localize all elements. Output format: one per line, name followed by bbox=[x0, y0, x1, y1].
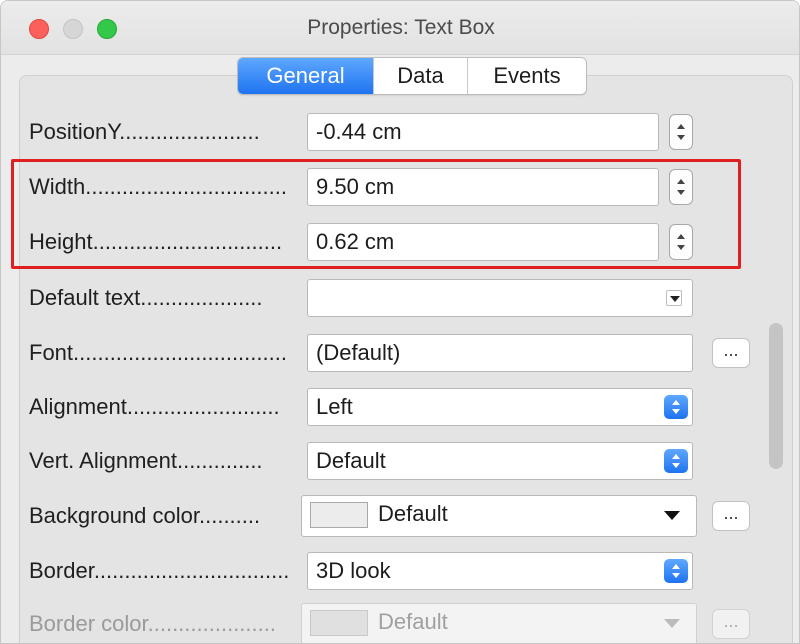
color-swatch bbox=[310, 502, 368, 528]
border-label: Border................................ bbox=[29, 558, 290, 583]
updown-chevron-icon[interactable] bbox=[664, 449, 688, 473]
alignment-select[interactable]: Left bbox=[307, 388, 693, 426]
border-color-browse-button[interactable]: ... bbox=[712, 609, 750, 639]
background-color-value: Default bbox=[378, 501, 448, 526]
font-input[interactable]: (Default) bbox=[307, 334, 693, 372]
triangle-down-icon[interactable] bbox=[664, 619, 680, 628]
width-label: Width................................. bbox=[29, 174, 287, 199]
border-color-value: Default bbox=[378, 609, 448, 634]
window-title: Properties: Text Box bbox=[307, 16, 495, 39]
tab-data[interactable]: Data bbox=[374, 58, 468, 94]
background-color-label: Background color.......... bbox=[29, 503, 261, 528]
position-y-input[interactable]: -0.44 cm bbox=[307, 113, 659, 151]
default-text-label: Default text.................... bbox=[29, 285, 263, 310]
vert-alignment-select[interactable]: Default bbox=[307, 442, 693, 480]
updown-chevron-icon[interactable] bbox=[664, 559, 688, 583]
dropdown-arrow-icon[interactable] bbox=[666, 290, 682, 306]
width-input[interactable]: 9.50 cm bbox=[307, 168, 659, 206]
background-color-browse-button[interactable]: ... bbox=[712, 501, 750, 531]
triangle-down-icon[interactable] bbox=[664, 511, 680, 520]
background-color-select[interactable]: Default bbox=[301, 495, 697, 537]
font-label: Font................................... bbox=[29, 340, 287, 365]
border-color-select[interactable]: Default bbox=[301, 603, 697, 643]
color-swatch bbox=[310, 610, 368, 636]
alignment-value: Left bbox=[316, 394, 353, 419]
tab-bar: General Data Events bbox=[237, 57, 587, 95]
title-bar[interactable]: Properties: Text Box bbox=[1, 1, 799, 55]
scrollbar-thumb[interactable] bbox=[769, 323, 783, 469]
vert-alignment-label: Vert. Alignment.............. bbox=[29, 448, 263, 473]
position-y-label: PositionY....................... bbox=[29, 119, 260, 144]
height-spin-icon[interactable] bbox=[669, 224, 693, 260]
font-browse-button[interactable]: ... bbox=[712, 338, 750, 368]
alignment-label: Alignment......................... bbox=[29, 394, 280, 419]
height-input[interactable]: 0.62 cm bbox=[307, 223, 659, 261]
border-select[interactable]: 3D look bbox=[307, 552, 693, 590]
updown-chevron-icon[interactable] bbox=[664, 395, 688, 419]
border-color-label: Border color..................... bbox=[29, 611, 276, 636]
border-value: 3D look bbox=[316, 558, 391, 583]
tab-general[interactable]: General bbox=[238, 58, 374, 94]
width-spin-icon[interactable] bbox=[669, 169, 693, 205]
vert-alignment-value: Default bbox=[316, 448, 386, 473]
height-label: Height............................... bbox=[29, 229, 283, 254]
default-text-combo[interactable] bbox=[307, 279, 693, 317]
properties-window: Properties: Text Box General Data Events… bbox=[0, 0, 800, 644]
position-y-spin-icon[interactable] bbox=[669, 114, 693, 150]
tab-events[interactable]: Events bbox=[468, 58, 586, 94]
